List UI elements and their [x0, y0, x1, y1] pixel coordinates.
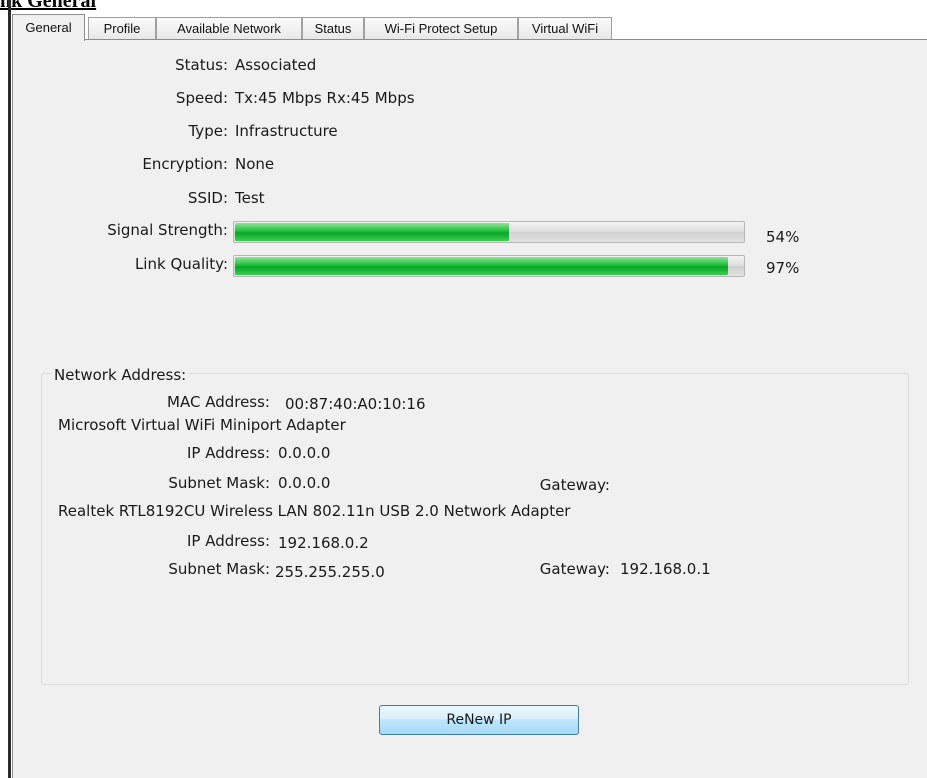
- ip-address-value: 0.0.0.0: [278, 444, 331, 462]
- link-quality-percent: 97%: [766, 259, 800, 277]
- tab-status[interactable]: Status: [302, 17, 364, 39]
- adapter-name: Realtek RTL8192CU Wireless LAN 802.11n U…: [58, 502, 571, 520]
- subnet-mask-value: 255.255.255.0: [275, 563, 385, 581]
- status-value: Associated: [235, 56, 317, 74]
- subnet-mask-value: 0.0.0.0: [278, 474, 331, 492]
- tab-general[interactable]: General: [12, 14, 85, 41]
- ssid-value: Test: [235, 189, 265, 207]
- link-quality-bar: [233, 255, 745, 277]
- tab-bar: General Profile Available Network Status…: [12, 14, 927, 41]
- ip-address-label: IP Address:: [186, 444, 270, 462]
- mac-address-label: MAC Address:: [167, 393, 270, 411]
- gateway-label: Gateway:: [539, 476, 610, 494]
- signal-strength-percent: 54%: [766, 228, 800, 246]
- subnet-mask-label: Subnet Mask:: [168, 560, 270, 578]
- status-label: Status:: [175, 56, 228, 74]
- signal-strength-bar: [233, 221, 745, 243]
- page-heading: nk General: [0, 0, 97, 11]
- window-border: [8, 0, 11, 778]
- encryption-label: Encryption:: [142, 155, 228, 173]
- network-address-title: Network Address:: [52, 366, 189, 384]
- encryption-value: None: [235, 155, 275, 173]
- type-label: Type:: [188, 122, 228, 140]
- speed-value: Tx:45 Mbps Rx:45 Mbps: [235, 89, 415, 107]
- link-quality-label: Link Quality:: [134, 255, 228, 273]
- link-quality-fill: [235, 257, 728, 275]
- type-value: Infrastructure: [235, 122, 338, 140]
- tab-virtual-wifi[interactable]: Virtual WiFi: [518, 17, 612, 39]
- mac-address-value: 00:87:40:A0:10:16: [285, 395, 426, 413]
- tab-profile[interactable]: Profile: [88, 17, 156, 39]
- tab-wifi-protect-setup[interactable]: Wi-Fi Protect Setup: [364, 17, 518, 39]
- subnet-mask-label: Subnet Mask:: [168, 474, 270, 492]
- gateway-label: Gateway:: [539, 560, 610, 578]
- ip-address-label: IP Address:: [186, 532, 270, 550]
- tab-available-network[interactable]: Available Network: [156, 17, 302, 39]
- ssid-label: SSID:: [187, 189, 228, 207]
- signal-strength-fill: [235, 223, 509, 241]
- gateway-value: 192.168.0.1: [620, 560, 711, 578]
- signal-strength-label: Signal Strength:: [107, 221, 228, 239]
- speed-label: Speed:: [175, 89, 228, 107]
- adapter-name: Microsoft Virtual WiFi Miniport Adapter: [58, 416, 346, 434]
- ip-address-value: 192.168.0.2: [278, 534, 369, 552]
- renew-ip-button[interactable]: ReNew IP: [379, 705, 579, 735]
